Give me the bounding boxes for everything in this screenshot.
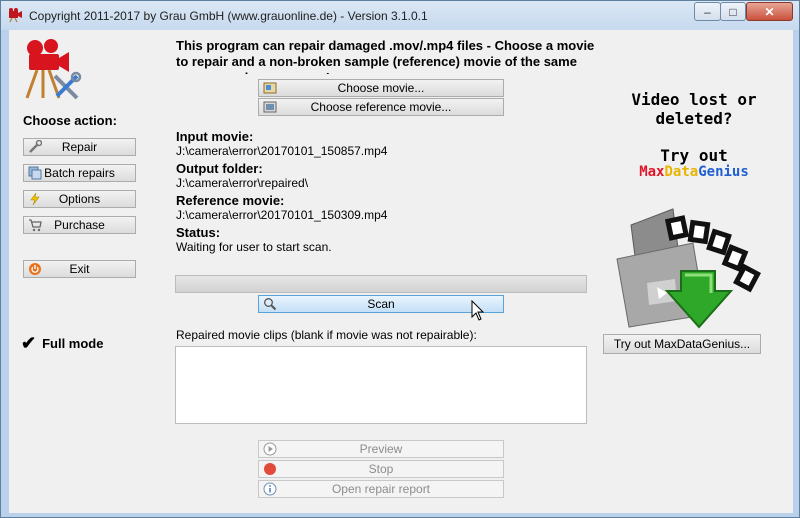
minimize-button[interactable]: – [694, 2, 721, 21]
preview-button[interactable]: Preview [258, 440, 504, 458]
ad-line-3: Try out [660, 146, 728, 165]
choose-reference-button[interactable]: Choose reference movie... [258, 98, 504, 116]
batch-icon [28, 166, 42, 180]
stop-label: Stop [368, 462, 394, 476]
open-repair-report-label: Open repair report [331, 482, 431, 496]
maximize-icon: □ [729, 5, 737, 19]
repair-button[interactable]: Repair [23, 138, 136, 156]
close-button[interactable]: ✕ [746, 2, 793, 21]
input-movie-label: Input movie: [176, 129, 254, 144]
info-icon [263, 482, 277, 496]
repaired-clips-label: Repaired movie clips (blank if movie was… [176, 328, 477, 342]
movie-file-icon [263, 82, 277, 94]
app-icon [9, 8, 22, 23]
checkmark-icon: ✔ [21, 333, 37, 353]
scan-button[interactable]: Scan [258, 295, 504, 313]
client-area: Choose action: Repair Batch repairs Opti… [9, 30, 793, 513]
repair-label: Repair [61, 140, 98, 154]
batch-repairs-button[interactable]: Batch repairs [23, 164, 136, 182]
cart-icon [29, 219, 42, 232]
title-bar[interactable]: Copyright 2011-2017 by Grau GmbH (www.gr… [1, 1, 799, 30]
choose-movie-button[interactable]: Choose movie... [258, 79, 504, 97]
stop-icon [264, 463, 276, 475]
scan-label: Scan [367, 297, 395, 311]
choose-movie-label: Choose movie... [337, 81, 425, 95]
brand-data: Data [664, 164, 699, 180]
stop-button[interactable]: Stop [258, 460, 504, 478]
choose-reference-label: Choose reference movie... [310, 100, 452, 114]
play-icon [263, 442, 277, 456]
recovery-illustration [616, 208, 761, 329]
reference-movie-value: J:\camera\error\20170101_150309.mp4 [176, 208, 388, 222]
ad-line-1: Video lost or [631, 90, 757, 109]
input-movie-value: J:\camera\error\20170101_150857.mp4 [176, 144, 388, 158]
close-icon: ✕ [764, 5, 775, 19]
full-mode-indicator: ✔ Full mode [21, 332, 103, 353]
purchase-button[interactable]: Purchase [23, 216, 136, 234]
power-icon [29, 263, 41, 275]
full-mode-label: Full mode [42, 336, 104, 351]
magnifier-icon [264, 298, 277, 311]
maximize-button[interactable]: □ [720, 2, 746, 21]
wrench-icon [29, 140, 42, 153]
options-button[interactable]: Options [23, 190, 136, 208]
open-repair-report-button[interactable]: Open repair report [258, 480, 504, 498]
status-label: Status: [176, 225, 221, 240]
mouse-cursor-icon [471, 300, 485, 321]
app-window: Copyright 2011-2017 by Grau GmbH (www.gr… [0, 0, 800, 518]
minimize-icon: – [704, 5, 711, 19]
reference-file-icon [263, 101, 277, 113]
output-folder-value: J:\camera\error\repaired\ [176, 176, 309, 190]
maxdatagenius-brand: MaxDataGenius [599, 164, 789, 180]
progress-bar [175, 275, 587, 293]
choose-action-heading: Choose action: [23, 113, 117, 128]
preview-label: Preview [359, 442, 403, 456]
output-folder-label: Output folder: [176, 161, 263, 176]
batch-repairs-label: Batch repairs [44, 166, 115, 180]
repaired-clips-list[interactable] [175, 346, 587, 424]
camera-repair-logo [25, 39, 82, 100]
window-title: Copyright 2011-2017 by Grau GmbH (www.gr… [29, 9, 428, 23]
try-maxdatagenius-button[interactable]: Try out MaxDataGenius... [603, 334, 761, 354]
reference-movie-label: Reference movie: [176, 193, 285, 208]
main-panel: This program can repair damaged .mov/.mp… [161, 30, 604, 513]
brand-max: Max [639, 164, 665, 180]
ad-line-2: deleted? [655, 109, 733, 128]
status-value: Waiting for user to start scan. [176, 240, 332, 254]
brand-genius: Genius [698, 164, 749, 180]
options-label: Options [58, 192, 101, 206]
lightning-icon [30, 192, 40, 206]
purchase-label: Purchase [54, 218, 105, 232]
exit-button[interactable]: Exit [23, 260, 136, 278]
exit-label: Exit [69, 262, 90, 276]
intro-text: This program can repair damaged .mov/.mp… [176, 38, 595, 74]
